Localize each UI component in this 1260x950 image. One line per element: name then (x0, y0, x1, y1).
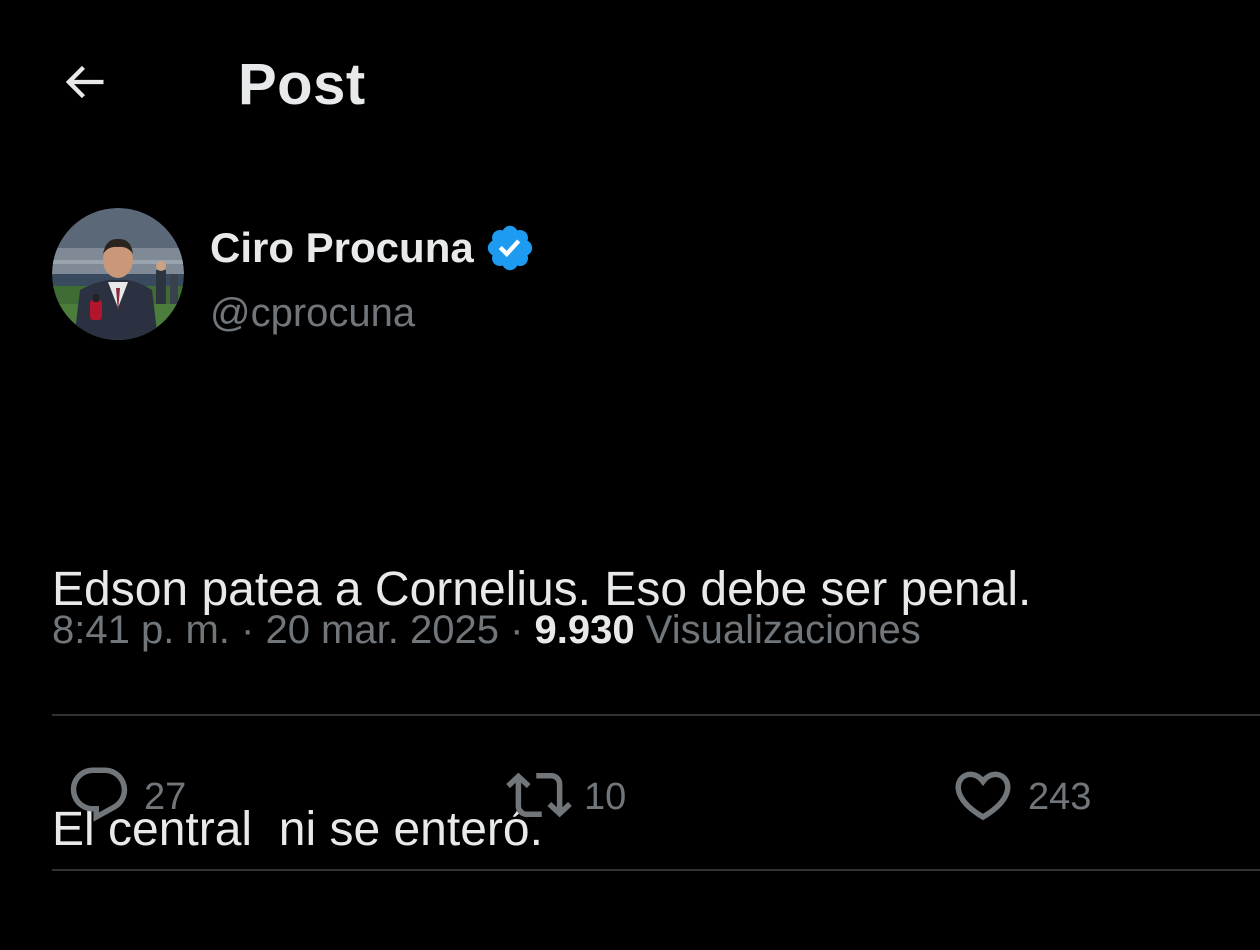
author-handle[interactable]: @cprocuna (210, 288, 415, 338)
post-text: Edson patea a Cornelius. Eso debe ser pe… (52, 390, 1232, 950)
post-date[interactable]: 20 mar. 2025 (265, 608, 499, 652)
page-title: Post (238, 52, 366, 117)
views-count: 9.930 (534, 608, 635, 652)
back-button[interactable] (52, 52, 116, 116)
repost-count: 10 (584, 775, 627, 818)
top-bar: Post (0, 0, 1260, 170)
reply-icon (66, 762, 132, 833)
like-count: 243 (1028, 775, 1092, 818)
post-meta: 8:41 p. m. · 20 mar. 2025 · 9.930 Visual… (52, 600, 921, 660)
meta-separator: · (241, 608, 255, 652)
display-name[interactable]: Ciro Procuna (210, 222, 536, 274)
divider (52, 869, 1260, 871)
avatar[interactable] (52, 208, 184, 340)
meta-separator: · (510, 608, 524, 652)
reply-button[interactable]: 27 (66, 752, 186, 842)
author-name: Ciro Procuna (210, 224, 474, 271)
arrow-left-icon (58, 56, 110, 113)
views-label: Visualizaciones (645, 608, 921, 652)
post-actions: 27 10 243 (52, 752, 1212, 842)
heart-icon (950, 762, 1016, 833)
post-author: Ciro Procuna @cprocuna (52, 208, 1202, 348)
post-time[interactable]: 8:41 p. m. (52, 608, 230, 652)
repost-icon (506, 762, 572, 833)
repost-button[interactable]: 10 (506, 752, 626, 842)
reply-count: 27 (144, 775, 187, 818)
verified-badge-icon (484, 222, 536, 274)
divider (52, 714, 1260, 716)
like-button[interactable]: 243 (950, 752, 1091, 842)
